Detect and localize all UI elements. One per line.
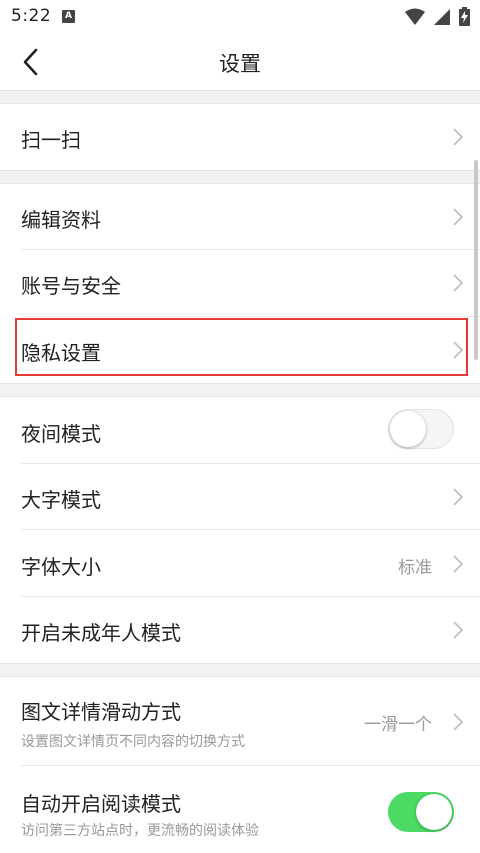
section-gap <box>0 170 480 184</box>
scrollbar[interactable] <box>474 160 478 360</box>
row-night-mode: 夜间模式 <box>0 397 480 464</box>
row-description: 设置图文详情页不同内容的切换方式 <box>21 734 245 750</box>
row-label: 扫一扫 <box>21 128 81 152</box>
notification-a-icon: A <box>62 10 75 23</box>
row-minor-mode[interactable]: 开启未成年人模式 <box>0 597 480 663</box>
section-gap <box>0 90 480 104</box>
row-label: 账号与安全 <box>21 274 121 298</box>
chevron-right-icon <box>453 208 464 226</box>
slide-method-value: 一滑一个 <box>364 715 432 735</box>
chevron-right-icon <box>453 341 464 359</box>
row-account-security[interactable]: 账号与安全 <box>0 250 480 317</box>
row-edit-profile[interactable]: 编辑资料 <box>0 184 480 250</box>
signal-icon <box>434 8 450 25</box>
row-slide-method[interactable]: 图文详情滑动方式 设置图文详情页不同内容的切换方式 一滑一个 <box>0 677 480 766</box>
chevron-right-icon <box>453 274 464 292</box>
chevron-right-icon <box>453 488 464 506</box>
toggle-knob <box>416 794 452 830</box>
chevron-right-icon <box>453 621 464 639</box>
battery-charging-icon <box>459 7 470 26</box>
nav-bar: 设置 <box>0 34 480 90</box>
row-auto-reader-mode: 自动开启阅读模式 访问第三方站点时，更流畅的阅读体验 <box>0 766 480 853</box>
chevron-right-icon <box>453 128 464 146</box>
row-scan[interactable]: 扫一扫 <box>0 104 480 170</box>
auto-reader-mode-toggle[interactable] <box>388 792 454 832</box>
status-bar: 5:22 A <box>0 0 480 34</box>
row-label: 夜间模式 <box>21 422 101 446</box>
page-title: 设置 <box>219 52 261 76</box>
status-time: 5:22 <box>11 6 52 26</box>
section-gap <box>0 663 480 677</box>
row-label: 图文详情滑动方式 <box>21 700 181 724</box>
section-gap <box>0 383 480 397</box>
row-description: 访问第三方站点时，更流畅的阅读体验 <box>21 823 259 839</box>
chevron-right-icon <box>453 713 464 731</box>
wifi-icon <box>405 8 425 25</box>
toggle-knob <box>390 411 426 447</box>
row-label: 字体大小 <box>21 555 101 579</box>
row-label: 隐私设置 <box>21 341 101 365</box>
chevron-right-icon <box>453 555 464 573</box>
row-large-text-mode[interactable]: 大字模式 <box>0 464 480 530</box>
row-label: 编辑资料 <box>21 208 101 232</box>
row-label: 自动开启阅读模式 <box>21 792 181 816</box>
font-size-value: 标准 <box>398 558 432 578</box>
row-privacy-settings[interactable]: 隐私设置 <box>0 317 480 383</box>
row-label: 大字模式 <box>21 488 101 512</box>
row-font-size[interactable]: 字体大小 标准 <box>0 530 480 597</box>
status-icons <box>405 7 470 26</box>
night-mode-toggle[interactable] <box>388 409 454 449</box>
row-label: 开启未成年人模式 <box>21 621 181 645</box>
